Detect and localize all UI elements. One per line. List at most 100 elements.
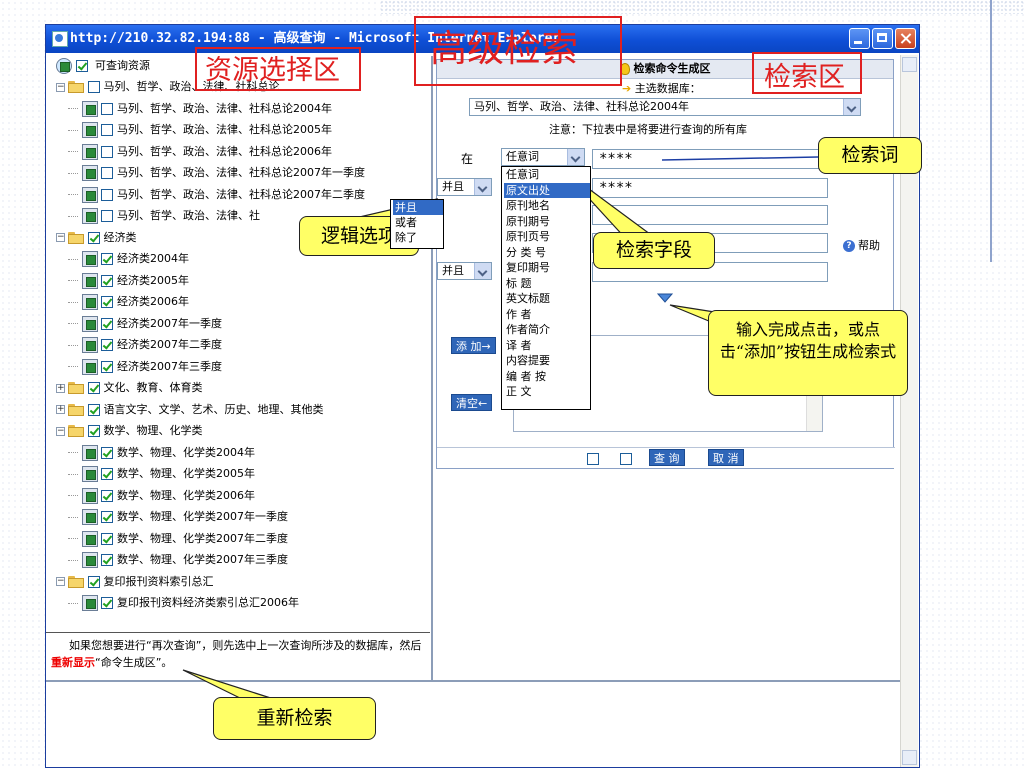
field-option[interactable]: 译 者 (504, 338, 590, 354)
tree-item[interactable]: 马列、哲学、政治、法律、社科总论2007年一季度 (68, 163, 365, 183)
item-checkbox[interactable] (101, 532, 113, 545)
item-checkbox[interactable] (101, 468, 113, 480)
field-option[interactable]: 编 者 按 (504, 369, 590, 385)
expand-icon[interactable]: + (56, 405, 65, 414)
query-button[interactable]: 查 询 (649, 449, 685, 466)
tree-item[interactable]: 马列、哲学、政治、法律、社科总论2004年 (68, 99, 332, 119)
search-term-input-2[interactable]: **** (592, 178, 828, 198)
tree-item[interactable]: 数学、物理、化学类2006年 (68, 486, 255, 506)
field-select[interactable]: 任意词 (501, 148, 585, 166)
tree-item[interactable]: 数学、物理、化学类2007年二季度 (68, 529, 288, 549)
field-dropdown-list[interactable]: 任意词 原文出处 原刊地名 原刊期号 原刊页号分 类 号复印期号标 题英文标题作 者作者… (501, 166, 591, 410)
tree-item[interactable]: 经济类2007年一季度 (68, 314, 222, 334)
field-option[interactable]: 原刊期号 (504, 214, 590, 230)
field-option[interactable]: 分 类 号 (504, 245, 590, 261)
option-checkbox-1[interactable] (587, 453, 599, 465)
frame-divider-horizontal[interactable] (46, 680, 906, 682)
tree-item[interactable]: 马列、哲学、政治、法律、社科总论2007年二季度 (68, 185, 365, 205)
group-checkbox[interactable] (87, 382, 100, 394)
collapse-icon[interactable]: − (56, 233, 65, 242)
field-option[interactable]: 原文出处 (504, 182, 590, 198)
field-option[interactable]: 正 文 (504, 384, 590, 400)
tree-group-5[interactable]: − 复印报刊资料索引总汇 (56, 572, 214, 592)
tree-item[interactable]: 马列、哲学、政治、法律、社科总论2005年 (68, 120, 332, 140)
field-option[interactable]: 复印期号 (504, 260, 590, 276)
tree-item[interactable]: 数学、物理、化学类2005年 (68, 464, 255, 484)
item-checkbox[interactable] (101, 145, 113, 158)
item-checkbox[interactable] (101, 597, 113, 609)
item-checkbox[interactable] (101, 210, 113, 222)
item-checkbox[interactable] (101, 554, 113, 566)
group-checkbox[interactable] (87, 231, 100, 244)
database-select[interactable]: 马列、哲学、政治、法律、社科总论2004年 (469, 98, 861, 116)
field-option[interactable]: 任意词 (504, 167, 590, 183)
item-checkbox[interactable] (101, 296, 113, 308)
tree-item[interactable]: 复印报刊资料经济类索引总汇2006年 (68, 593, 299, 613)
item-checkbox[interactable] (101, 102, 113, 115)
logic-option[interactable]: 并且 (393, 200, 443, 215)
tree-item[interactable]: 经济类2007年三季度 (68, 357, 222, 377)
root-checkbox[interactable] (75, 60, 88, 72)
tree-item[interactable]: 数学、物理、化学类2007年三季度 (68, 550, 288, 570)
minimize-button[interactable] (849, 28, 870, 49)
maximize-button[interactable] (872, 28, 893, 49)
collapse-icon[interactable]: − (56, 577, 65, 586)
clear-button[interactable]: 清空← (451, 394, 493, 411)
tree-root[interactable]: 可查询资源 (56, 56, 150, 76)
group-checkbox[interactable] (87, 575, 100, 588)
item-checkbox[interactable] (101, 167, 113, 179)
field-option[interactable]: 原刊页号 (504, 229, 590, 245)
tree-group-4[interactable]: − 数学、物理、化学类 (56, 421, 203, 441)
cancel-button[interactable]: 取 消 (708, 449, 744, 466)
logic-dropdown-list[interactable]: 并且 或者 除了 (390, 199, 444, 249)
logic-option[interactable]: 或者 (393, 215, 443, 230)
item-checkbox[interactable] (101, 253, 113, 265)
field-option[interactable]: 作 者 (504, 307, 590, 323)
tree-item[interactable]: 经济类2004年 (68, 249, 189, 269)
group-checkbox[interactable] (87, 425, 100, 437)
collapse-icon[interactable]: − (56, 426, 65, 436)
group-checkbox[interactable] (87, 403, 100, 416)
item-checkbox[interactable] (101, 124, 113, 136)
tree-item[interactable]: 经济类2006年 (68, 292, 189, 312)
tree-group-2[interactable]: + 文化、教育、体育类 (56, 378, 203, 398)
logic-select-4[interactable]: 并且 (437, 262, 492, 280)
tree-item[interactable]: 经济类2005年 (68, 271, 189, 291)
search-term-input-3[interactable] (592, 205, 828, 225)
field-option[interactable]: 标 题 (504, 276, 590, 292)
close-button[interactable] (895, 28, 916, 49)
item-checkbox[interactable] (101, 339, 113, 351)
group-checkbox[interactable] (87, 81, 100, 93)
item-checkbox[interactable] (101, 188, 113, 201)
item-checkbox[interactable] (101, 317, 113, 330)
item-checkbox[interactable] (101, 489, 113, 502)
tree-item[interactable]: 马列、哲学、政治、法律、社 (68, 206, 260, 226)
tree-item[interactable]: 经济类2007年二季度 (68, 335, 222, 355)
tree-item[interactable]: 数学、物理、化学类2004年 (68, 443, 255, 463)
scroll-up-button[interactable] (902, 57, 917, 72)
help-link[interactable]: ? 帮助 (843, 237, 880, 253)
item-checkbox[interactable] (101, 511, 113, 523)
field-option[interactable]: 作者简介 (504, 322, 590, 338)
tree-item[interactable]: 数学、物理、化学类2007年一季度 (68, 507, 288, 527)
add-button[interactable]: 添 加→ (451, 337, 496, 354)
scroll-down-button[interactable] (902, 750, 917, 765)
search-term-input-1[interactable]: **** (592, 149, 828, 169)
tree-group-1[interactable]: − 经济类 (56, 228, 137, 248)
logic-option[interactable]: 除了 (393, 230, 443, 245)
field-option[interactable]: 内容提要 (504, 353, 590, 369)
logic-select-1[interactable]: 并且 (437, 178, 492, 196)
item-checkbox[interactable] (101, 360, 113, 373)
field-option[interactable]: 英文标题 (504, 291, 590, 307)
collapse-icon[interactable]: − (56, 82, 65, 92)
item-checkbox[interactable] (101, 274, 113, 287)
tree-group-3[interactable]: + 语言文字、文学、艺术、历史、地理、其他类 (56, 400, 324, 420)
down-arrow-icon[interactable] (657, 293, 673, 303)
option-checkbox-2[interactable] (620, 453, 632, 465)
redisplay-link[interactable]: 重新显示 (51, 656, 95, 669)
item-checkbox[interactable] (101, 446, 113, 459)
frame-divider-vertical[interactable] (431, 56, 433, 680)
tree-item[interactable]: 马列、哲学、政治、法律、社科总论2006年 (68, 142, 332, 162)
field-option[interactable]: 原刊地名 (504, 198, 590, 214)
expand-icon[interactable]: + (56, 383, 65, 393)
